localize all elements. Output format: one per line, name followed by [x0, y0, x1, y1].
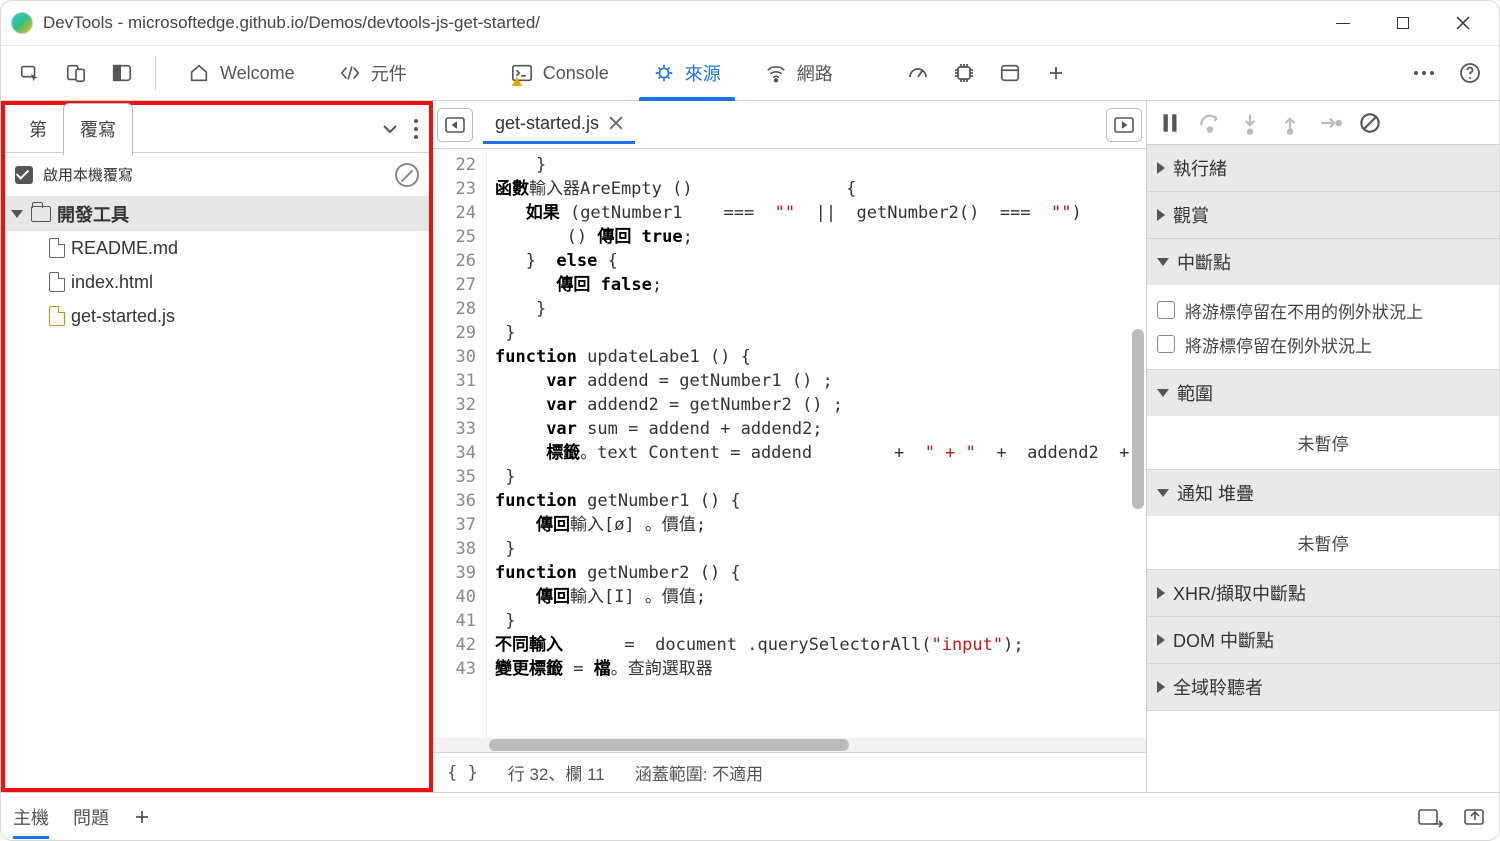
tree-file-name: index.html — [71, 272, 153, 293]
editor-pane: get-started.js 2223242526272829303132333… — [433, 101, 1147, 792]
drawer-add-tab-button[interactable] — [133, 808, 151, 826]
editor-file-tab[interactable]: get-started.js — [483, 106, 635, 144]
file-icon — [49, 238, 65, 258]
pretty-print-button[interactable]: { } — [447, 763, 478, 783]
tree-folder[interactable]: 開發工具 — [5, 197, 429, 231]
enable-overrides-checkbox[interactable] — [15, 166, 33, 184]
navigator-kebab-icon[interactable] — [413, 118, 419, 140]
tab-welcome-label: Welcome — [220, 63, 295, 84]
tab-welcome[interactable]: Welcome — [166, 45, 317, 101]
drawer-tabbar: 主機 問題 — [1, 792, 1499, 840]
step-into-button[interactable] — [1237, 110, 1263, 136]
coverage-status: 涵蓋範圍: 不適用 — [635, 760, 763, 785]
tab-console[interactable]: Console — [489, 45, 631, 101]
window-title: DevTools - microsoftedge.github.io/Demos… — [43, 13, 540, 33]
step-over-button[interactable] — [1197, 110, 1223, 136]
app-logo — [11, 12, 33, 34]
step-out-button[interactable] — [1277, 110, 1303, 136]
window-close-button[interactable] — [1433, 3, 1493, 43]
navigator-tab-page[interactable]: 第 — [13, 104, 63, 154]
section-callstack[interactable]: 通知 堆疊 — [1147, 470, 1499, 516]
window-titlebar: DevTools - microsoftedge.github.io/Demos… — [1, 1, 1499, 45]
section-scope[interactable]: 範圍 — [1147, 370, 1499, 416]
window-maximize-button[interactable] — [1373, 3, 1433, 43]
tab-sources[interactable]: 來源 — [631, 45, 743, 101]
tree-folder-label: 開發工具 — [57, 201, 129, 227]
send-feedback-icon[interactable] — [1463, 806, 1487, 828]
code-view[interactable]: } 函數輸入器AreEmpty () { 如果 (getNumber1 === … — [487, 149, 1146, 738]
expand-icon — [11, 210, 23, 218]
deactivate-breakpoints-button[interactable] — [1357, 110, 1383, 136]
enable-overrides-label: 啟用本機覆寫 — [43, 164, 133, 185]
clear-overrides-button[interactable] — [395, 163, 419, 187]
horizontal-scrollbar[interactable] — [433, 738, 1146, 752]
drawer-tab-issues[interactable]: 問題 — [73, 804, 109, 830]
section-breakpoints[interactable]: 中斷點 — [1147, 239, 1499, 285]
tab-console-label: Console — [543, 63, 609, 84]
navigator-pane: 第 覆寫 啟用本機覆寫 開發工具 README.md — [1, 101, 433, 792]
pause-uncaught-checkbox-row[interactable]: 將游標停留在不用的例外狀況上 — [1157, 293, 1489, 327]
close-tab-button[interactable] — [609, 116, 623, 130]
tab-application[interactable] — [987, 53, 1033, 93]
tree-file-name: README.md — [71, 238, 178, 259]
toggle-panel-button[interactable] — [99, 53, 145, 93]
tree-file-name: get-started.js — [71, 306, 175, 327]
file-icon — [49, 306, 65, 326]
editor-file-name: get-started.js — [495, 113, 599, 134]
inspect-element-button[interactable] — [7, 53, 53, 93]
tab-elements-label: 元件 — [371, 60, 407, 86]
more-tabs-button[interactable] — [1033, 53, 1079, 93]
section-dom-breakpoints[interactable]: DOM 中斷點 — [1147, 617, 1499, 663]
folder-icon — [31, 206, 51, 222]
tab-elements[interactable]: 元件 — [317, 45, 429, 101]
window-minimize-button[interactable] — [1313, 3, 1373, 43]
section-global-listeners[interactable]: 全域聆聽者 — [1147, 664, 1499, 710]
tree-file[interactable]: README.md — [5, 231, 429, 265]
tab-network-label: 網路 — [797, 60, 833, 86]
navigator-tab-overrides[interactable]: 覆寫 — [63, 103, 133, 156]
devtools-toolbar: Welcome 元件 Console 來源 網路 — [1, 45, 1499, 101]
line-gutter: 2223242526272829303132333435363738394041… — [433, 149, 487, 738]
tab-network[interactable]: 網路 — [743, 45, 855, 101]
navigator-more-tabs-icon[interactable] — [381, 123, 399, 135]
computed-styles-icon[interactable] — [1417, 806, 1443, 828]
more-options-button[interactable] — [1401, 53, 1447, 93]
pause-button[interactable] — [1157, 110, 1183, 136]
vertical-scrollbar[interactable] — [1132, 329, 1144, 509]
tree-file[interactable]: index.html — [5, 265, 429, 299]
device-emulation-button[interactable] — [53, 53, 99, 93]
step-button[interactable] — [1317, 110, 1343, 136]
show-debugger-button[interactable] — [1106, 108, 1142, 142]
section-xhr-breakpoints[interactable]: XHR/擷取中斷點 — [1147, 570, 1499, 616]
pause-caught-checkbox-row[interactable]: 將游標停留在例外狀況上 — [1157, 327, 1489, 361]
section-watch[interactable]: 觀賞 — [1147, 192, 1499, 238]
help-button[interactable] — [1447, 53, 1493, 93]
cursor-position: 行 32、欄 11 — [508, 760, 605, 785]
drawer-tab-host[interactable]: 主機 — [13, 795, 49, 839]
tab-sources-label: 來源 — [685, 60, 721, 86]
scope-not-paused: 未暫停 — [1147, 416, 1499, 469]
file-icon — [49, 272, 65, 292]
tab-memory[interactable] — [941, 53, 987, 93]
show-navigator-button[interactable] — [437, 108, 473, 142]
tree-file[interactable]: get-started.js — [5, 299, 429, 333]
tab-performance[interactable] — [895, 53, 941, 93]
callstack-not-paused: 未暫停 — [1147, 516, 1499, 569]
debugger-pane: 執行緒 觀賞 中斷點 將游標停留在不用的例外狀況上 將游標停留在例外狀況上 範圍… — [1147, 101, 1499, 792]
separator — [155, 56, 156, 90]
overrides-file-tree: 開發工具 README.md index.html get-started.js — [5, 197, 429, 788]
section-threads[interactable]: 執行緒 — [1147, 145, 1499, 191]
